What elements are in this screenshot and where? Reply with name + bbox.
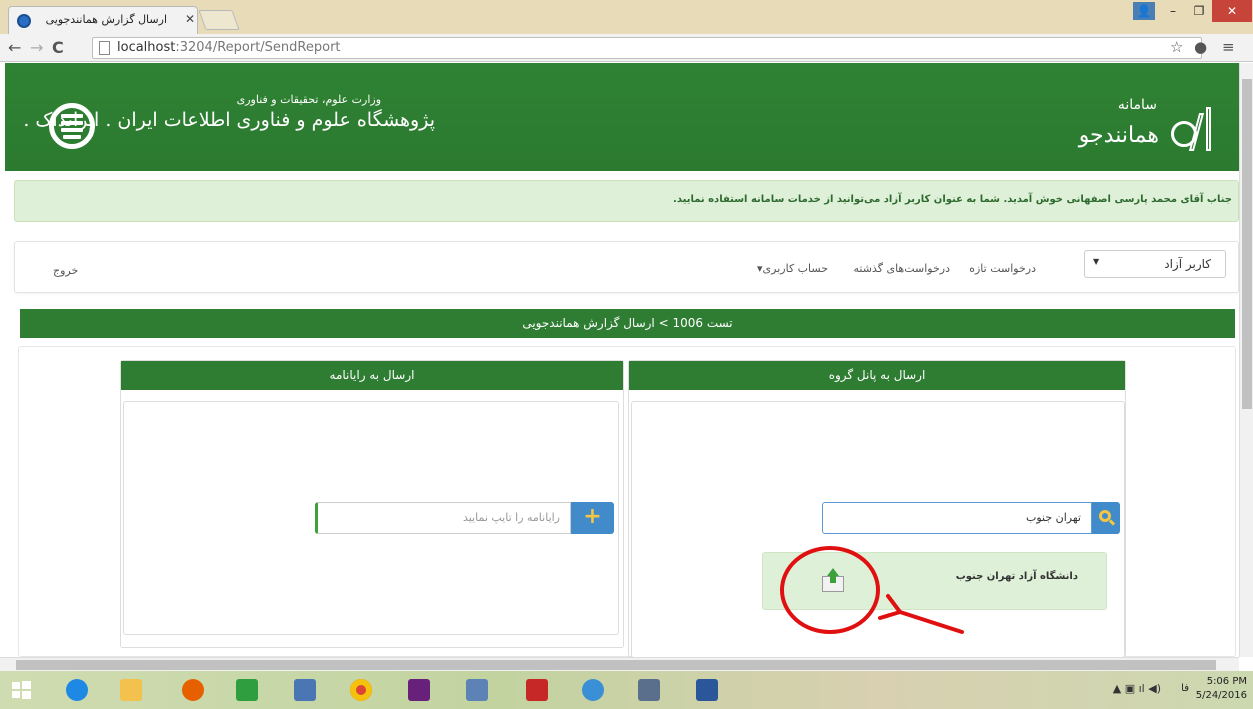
group-panel-title: ارسال به پانل گروه (629, 361, 1125, 390)
floppy-tool-icon[interactable] (632, 674, 666, 706)
chrome-icon[interactable] (344, 674, 378, 706)
system-label: سامانه (1117, 97, 1157, 113)
start-button[interactable] (4, 674, 38, 706)
back-arrow-icon[interactable]: ← (8, 38, 21, 57)
address-bar[interactable]: localhost:3204/Report/SendReport (92, 37, 1202, 59)
tab-title: ارسال گزارش همانندجویی (45, 13, 167, 26)
email-input-group: رایانامه را تایپ نمایید + (315, 502, 614, 534)
site-header: وزارت علوم، تحقیقات و فناوری پژوهشگاه عل… (5, 63, 1239, 171)
role-select-value: کاربر آزاد (1164, 257, 1211, 271)
logout-link[interactable]: خروج (53, 264, 78, 277)
email-panel-title: ارسال به رایانامه (121, 361, 623, 390)
store-icon[interactable] (230, 674, 264, 706)
institute-name: پژوهشگاه علوم و فناوری اطلاعات ایران . ا… (23, 109, 435, 131)
hamanandjoo-logo-icon (1169, 105, 1219, 153)
user-profile-icon[interactable]: 👤 (1133, 2, 1155, 20)
chevron-down-icon: ▼ (1093, 257, 1100, 266)
internet-explorer-icon[interactable] (60, 674, 94, 706)
minimize-button[interactable]: – (1160, 0, 1186, 22)
menu-icon[interactable]: ≡ (1222, 38, 1235, 56)
screen-tool-icon[interactable] (460, 674, 494, 706)
group-search-input[interactable]: تهران جنوب (822, 502, 1092, 534)
tray-icons[interactable]: ▲ ▣ ıl ◀) (1113, 682, 1161, 695)
clock[interactable]: 5:06 PM 5/24/2016 (1196, 675, 1247, 703)
browser-tab[interactable]: ارسال گزارش همانندجویی ✕ (8, 6, 198, 34)
system-name: همانندجو (1078, 123, 1159, 148)
page-icon (99, 41, 110, 55)
send-envelope-icon[interactable] (820, 568, 846, 594)
horizontal-scrollbar[interactable] (0, 657, 1239, 671)
word-icon[interactable] (690, 674, 724, 706)
site-favicon-icon (17, 14, 31, 28)
network-tool-icon[interactable] (576, 674, 610, 706)
url-text[interactable]: localhost:3204/Report/SendReport (117, 40, 341, 55)
browser-tab-strip: ارسال گزارش همانندجویی ✕ 👤 – ❐ ✕ (0, 0, 1253, 34)
new-tab-button[interactable] (198, 10, 240, 30)
main-navbar: کاربر آزاد ▼ درخواست تازه درخواست‌های گذ… (14, 241, 1239, 293)
system-brand[interactable]: سامانه همانندجو (1019, 83, 1219, 163)
role-select[interactable]: کاربر آزاد ▼ (1084, 250, 1226, 278)
reload-icon[interactable]: C (52, 38, 64, 57)
visual-studio-icon[interactable] (402, 674, 436, 706)
file-explorer-icon[interactable] (114, 674, 148, 706)
welcome-alert: جناب آقای محمد پارسی اصفهانی خوش آمدید. … (14, 180, 1239, 222)
vertical-scrollbar[interactable] (1239, 63, 1253, 657)
search-result-label: دانشگاه آزاد تهران جنوب (955, 571, 1078, 582)
maximize-button[interactable]: ❐ (1186, 0, 1212, 22)
firefox-icon[interactable] (176, 674, 210, 706)
welcome-text: جناب آقای محمد پارسی اصفهانی خوش آمدید. … (673, 194, 1232, 205)
close-window-button[interactable]: ✕ (1212, 0, 1252, 22)
bookmark-star-icon[interactable]: ☆ (1170, 38, 1183, 56)
breadcrumb: تست 1006 > ارسال گزارش همانندجویی (20, 309, 1235, 338)
language-indicator[interactable]: فا (1181, 683, 1189, 694)
email-input[interactable]: رایانامه را تایپ نمایید (315, 502, 571, 534)
forward-arrow-icon[interactable]: → (30, 38, 43, 57)
acrobat-icon[interactable] (520, 674, 554, 706)
add-email-button[interactable]: + (571, 502, 614, 534)
nav-new-request[interactable]: درخواست تازه (969, 262, 1036, 275)
nav-past-requests[interactable]: درخواست‌های گذشته (854, 262, 950, 275)
group-search: تهران جنوب (822, 502, 1120, 534)
browser-toolbar: ← → C localhost:3204/Report/SendReport ☆… (0, 34, 1253, 62)
globe-extension-icon[interactable]: ● (1194, 38, 1207, 56)
windows-taskbar: ▲ ▣ ıl ◀) فا 5:06 PM 5/24/2016 (0, 671, 1253, 709)
search-result-item[interactable]: دانشگاه آزاد تهران جنوب (762, 552, 1107, 610)
remote-desktop-icon[interactable] (288, 674, 322, 706)
search-button[interactable] (1092, 502, 1120, 534)
nav-user-account[interactable]: حساب کاربری▾ (757, 262, 828, 275)
tab-close-icon[interactable]: ✕ (185, 12, 195, 26)
system-tray: ▲ ▣ ıl ◀) فا 5:06 PM 5/24/2016 (1053, 671, 1253, 709)
ministry-line: وزارت علوم، تحقیقات و فناوری (236, 93, 381, 106)
